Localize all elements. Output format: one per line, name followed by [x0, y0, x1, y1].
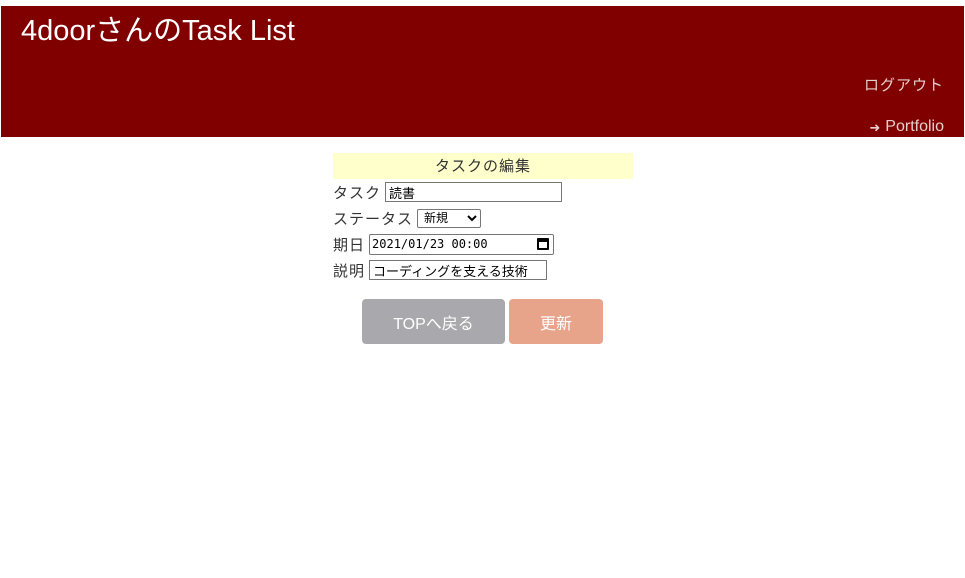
sign-out-icon: ➜	[869, 119, 881, 135]
task-edit-form: タスクの編集 タスク ステータス 新規 期日 2021/01/23 00:00 …	[333, 153, 633, 283]
description-label: 説明	[333, 261, 366, 280]
logout-link[interactable]: ログアウト	[864, 74, 944, 95]
due-label: 期日	[333, 235, 366, 254]
header-bar: 4doorさんのTask List ログアウト ➜ Portfolio	[1, 6, 964, 137]
due-datetime-value: 2021/01/23 00:00	[372, 237, 488, 251]
task-label: タスク	[333, 183, 382, 202]
status-select[interactable]: 新規	[417, 208, 482, 228]
description-row: 説明	[333, 257, 633, 283]
due-row: 期日 2021/01/23 00:00	[333, 231, 633, 257]
status-label: ステータス	[333, 209, 414, 228]
task-input[interactable]	[385, 182, 563, 202]
back-to-top-button[interactable]: TOPへ戻る	[362, 299, 505, 344]
portfolio-link[interactable]: ➜ Portfolio	[869, 118, 944, 136]
form-buttons: TOPへ戻る 更新	[362, 299, 603, 344]
description-input[interactable]	[369, 260, 548, 280]
form-title: タスクの編集	[333, 153, 633, 179]
update-button[interactable]: 更新	[509, 299, 603, 344]
app-title: 4doorさんのTask List	[21, 15, 295, 47]
portfolio-link-label: Portfolio	[885, 118, 944, 135]
status-row: ステータス 新規	[333, 205, 633, 231]
calendar-icon[interactable]	[537, 238, 550, 250]
due-datetime-input[interactable]: 2021/01/23 00:00	[369, 233, 555, 255]
task-row: タスク	[333, 179, 633, 205]
